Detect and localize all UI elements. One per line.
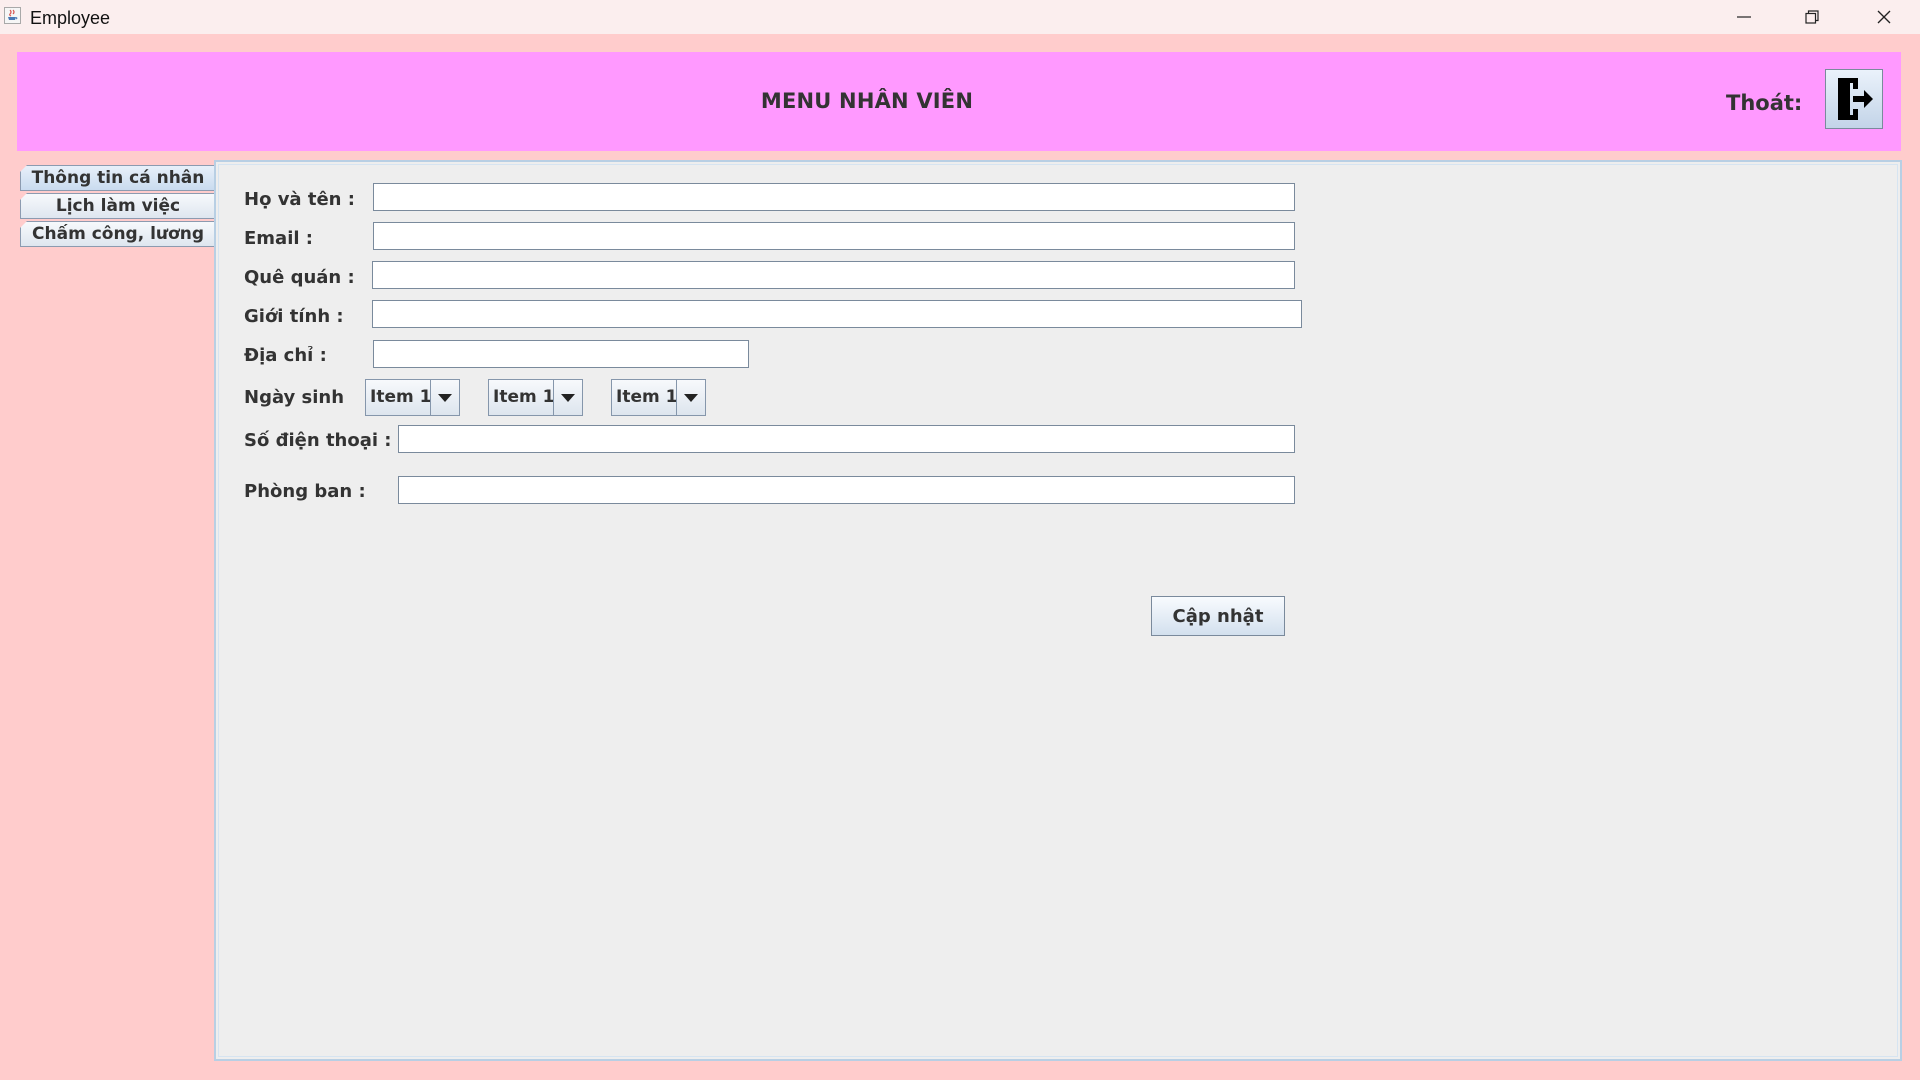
header-bar: MENU NHÂN VIÊN Thoát: (17, 52, 1901, 151)
java-app-icon (4, 7, 21, 24)
exit-door-icon (1838, 78, 1873, 120)
gender-label: Giới tính : (244, 306, 344, 327)
department-input[interactable] (398, 476, 1295, 504)
birthdate-label: Ngày sinh (244, 387, 345, 408)
birth-day-value: Item 1 (370, 387, 432, 407)
birth-month-value: Item 1 (493, 387, 555, 407)
update-button[interactable]: Cập nhật (1151, 596, 1285, 636)
birth-year-select[interactable]: Item 1 (611, 379, 706, 416)
chevron-down-icon[interactable] (676, 380, 705, 415)
tab-attendance-salary[interactable]: Chấm công, lương (20, 221, 215, 247)
full-name-input[interactable] (373, 183, 1295, 211)
birth-month-select[interactable]: Item 1 (488, 379, 583, 416)
restore-button[interactable] (1778, 0, 1846, 34)
tab-personal-info[interactable]: Thông tin cá nhân (20, 165, 215, 191)
title-bar: Employee (0, 0, 1920, 34)
close-icon (1877, 10, 1891, 24)
minimize-button[interactable] (1710, 0, 1778, 34)
email-input[interactable] (373, 222, 1295, 250)
exit-button[interactable] (1825, 69, 1883, 129)
birth-year-value: Item 1 (616, 387, 678, 407)
department-label: Phòng ban : (244, 481, 366, 502)
phone-input[interactable] (398, 425, 1295, 453)
hometown-label: Quê quán : (244, 267, 355, 288)
phone-label: Số điện thoại : (244, 430, 392, 451)
hometown-input[interactable] (372, 261, 1295, 289)
minimize-icon (1737, 16, 1751, 18)
window-title: Employee (30, 8, 111, 28)
email-label: Email : (244, 228, 314, 249)
address-input[interactable] (373, 340, 749, 368)
birth-day-select[interactable]: Item 1 (365, 379, 460, 416)
restore-icon (1805, 10, 1819, 24)
chevron-down-icon[interactable] (430, 380, 459, 415)
page-title: MENU NHÂN VIÊN (760, 89, 974, 113)
full-name-label: Họ và tên : (244, 189, 355, 210)
address-label: Địa chỉ : (244, 345, 327, 366)
personal-info-panel (214, 160, 1902, 1061)
gender-input[interactable] (372, 300, 1302, 328)
tab-work-schedule[interactable]: Lịch làm việc (20, 193, 215, 219)
chevron-down-icon[interactable] (553, 380, 582, 415)
close-button[interactable] (1850, 0, 1918, 34)
exit-label: Thoát: (1726, 91, 1803, 115)
